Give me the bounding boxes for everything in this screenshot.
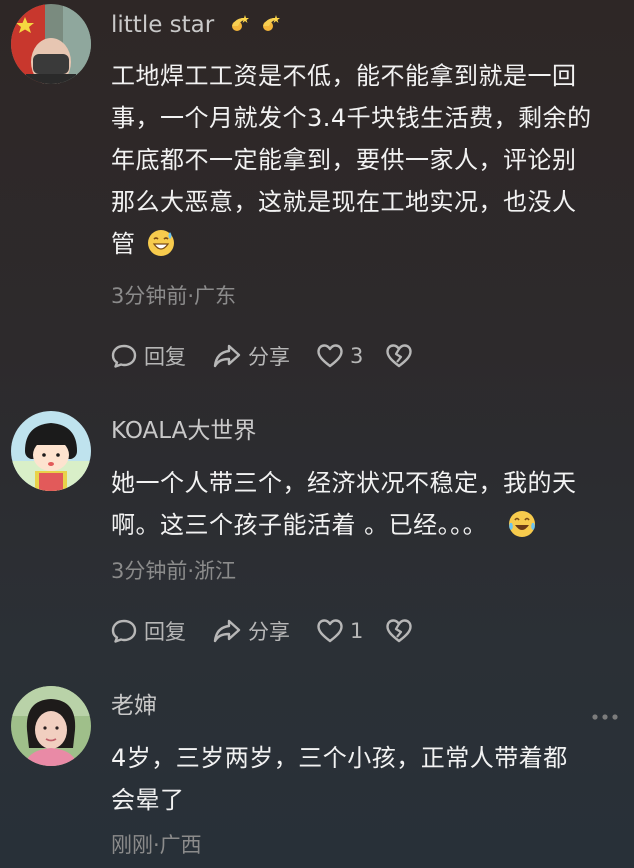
username[interactable]: 老婶 — [111, 692, 157, 720]
reply-icon — [111, 344, 137, 368]
reply-button[interactable]: 回复 — [110, 616, 186, 646]
like-count: 1 — [350, 619, 364, 643]
heart-icon — [317, 619, 343, 643]
avatar[interactable] — [11, 686, 91, 766]
avatar[interactable] — [11, 411, 91, 491]
reply-button[interactable]: 回复 — [110, 341, 186, 371]
reply-label: 回复 — [144, 620, 186, 644]
comment-text: 4岁，三岁两岁，三个小孩，正常人带着都 会晕了 — [111, 744, 568, 814]
dislike-button[interactable] — [385, 618, 419, 644]
time-location: 3分钟前·广东 — [111, 284, 237, 308]
comment-text: 她一个人带三个，经济状况不稳定，我的天 啊。这三个孩子能活着 。已经。。。 — [111, 462, 621, 552]
laughing-tears-icon — [507, 509, 537, 552]
reply-label: 回复 — [144, 345, 186, 369]
dizzy-icon — [259, 13, 281, 42]
dislike-button[interactable] — [385, 343, 419, 369]
reply-icon — [111, 619, 137, 643]
comment-actions: 回复 分享 3 — [110, 341, 445, 371]
avatar[interactable] — [11, 4, 91, 84]
broken-heart-icon — [386, 344, 413, 368]
share-button[interactable]: 分享 — [212, 341, 290, 371]
like-count: 3 — [350, 344, 364, 368]
more-dots-icon[interactable] — [592, 702, 618, 726]
share-button[interactable]: 分享 — [212, 616, 290, 646]
comment-text: 工地焊工工资是不低，能不能拿到就是一回 事，一个月就发个3.4千块钱生活费，剩余… — [111, 55, 621, 271]
like-button[interactable]: 3 — [316, 343, 363, 369]
like-button[interactable]: 1 — [316, 618, 363, 644]
dizzy-icon — [228, 13, 250, 42]
time-location: 刚刚·广西 — [111, 833, 202, 857]
share-icon — [213, 344, 241, 368]
broken-heart-icon — [386, 619, 413, 643]
share-label: 分享 — [248, 620, 290, 644]
heart-icon — [317, 344, 343, 368]
username[interactable]: KOALA大世界 — [111, 417, 256, 445]
username[interactable]: little star — [111, 11, 281, 42]
comment-actions: 回复 分享 1 — [110, 616, 445, 646]
share-icon — [213, 619, 241, 643]
time-location: 3分钟前·浙江 — [111, 559, 237, 583]
grinning-sweat-icon — [146, 228, 176, 271]
share-label: 分享 — [248, 345, 290, 369]
